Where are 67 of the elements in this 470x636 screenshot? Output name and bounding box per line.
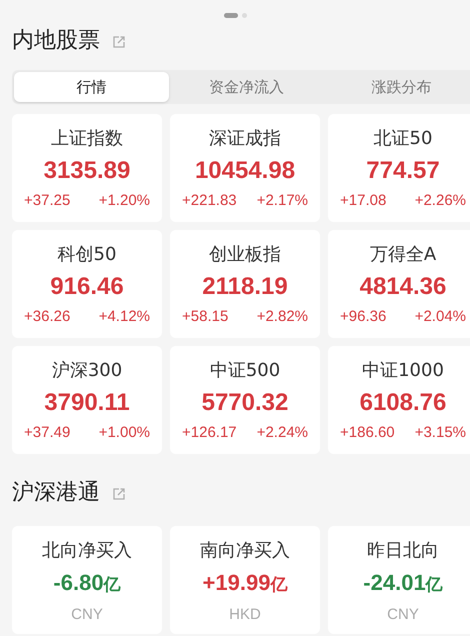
- change-value: +36.26: [24, 307, 70, 327]
- index-name: 沪深300: [52, 359, 122, 383]
- index-value: 6108.76: [360, 388, 446, 418]
- index-name: 昨日北向: [367, 539, 439, 563]
- change-value: +221.83: [182, 191, 237, 211]
- index-name: 上证指数: [51, 127, 123, 151]
- change-percent: +2.17%: [256, 191, 308, 211]
- quote-card[interactable]: 昨日北向 -24.01亿 CNY: [328, 526, 470, 634]
- change-value: +58.15: [182, 307, 228, 327]
- currency-label: HKD: [229, 605, 261, 625]
- change-percent: +2.04%: [414, 307, 466, 327]
- currency-label: CNY: [71, 605, 103, 625]
- quote-card[interactable]: 万得全A 4814.36 +96.36 +2.04%: [328, 230, 470, 338]
- index-name: 万得全A: [370, 243, 436, 267]
- flow-value: +19.99: [202, 569, 270, 597]
- share-icon[interactable]: [112, 487, 126, 501]
- change-percent: +2.26%: [414, 191, 466, 211]
- quote-card[interactable]: 南向净买入 +19.99亿 HKD: [170, 526, 320, 634]
- change-value: +186.60: [340, 423, 395, 443]
- share-icon[interactable]: [112, 35, 126, 49]
- change-value: +96.36: [340, 307, 386, 327]
- flow-value: -6.80: [53, 569, 104, 597]
- index-value: 5770.32: [202, 388, 288, 418]
- quote-card[interactable]: 北向净买入 -6.80亿 CNY: [12, 526, 162, 634]
- change-percent: +4.12%: [98, 307, 150, 327]
- quote-card[interactable]: 科创50 916.46 +36.26 +4.12%: [12, 230, 162, 338]
- quote-card[interactable]: 上证指数 3135.89 +37.25 +1.20%: [12, 114, 162, 222]
- change-percent: +1.20%: [98, 191, 150, 211]
- flow-value: -24.01: [363, 569, 426, 597]
- index-name: 北证50: [374, 127, 432, 151]
- unit-label: 亿: [104, 574, 121, 597]
- index-name: 中证1000: [362, 359, 444, 383]
- index-value: 2118.19: [202, 272, 288, 302]
- change-percent: +1.00%: [98, 423, 150, 443]
- change-value: +17.08: [340, 191, 386, 211]
- unit-label: 亿: [270, 574, 288, 597]
- index-name: 深证成指: [209, 127, 281, 151]
- change-percent: +2.24%: [256, 423, 308, 443]
- quote-card[interactable]: 深证成指 10454.98 +221.83 +2.17%: [170, 114, 320, 222]
- tab[interactable]: 行情: [14, 72, 169, 102]
- index-value: 4814.36: [360, 272, 446, 302]
- quote-card[interactable]: 北证50 774.57 +17.08 +2.26%: [328, 114, 470, 222]
- section-title: 沪深港通: [12, 478, 100, 506]
- index-value: 3790.11: [44, 388, 130, 418]
- unit-label: 亿: [426, 575, 443, 597]
- quote-card[interactable]: 沪深300 3790.11 +37.49 +1.00%: [12, 346, 162, 454]
- change-value: +37.25: [24, 191, 70, 211]
- change-percent: +3.15%: [414, 423, 466, 443]
- index-name: 创业板指: [209, 243, 281, 267]
- index-value: 774.57: [366, 156, 440, 186]
- section-title: 内地股票: [12, 26, 100, 54]
- index-name: 北向净买入: [42, 539, 132, 563]
- change-percent: +2.82%: [256, 307, 308, 327]
- tab[interactable]: 资金净流入: [169, 72, 324, 102]
- change-value: +126.17: [182, 423, 237, 443]
- index-value: 3135.89: [44, 156, 130, 186]
- quote-card[interactable]: 中证1000 6108.76 +186.60 +3.15%: [328, 346, 470, 454]
- quote-card[interactable]: 创业板指 2118.19 +58.15 +2.82%: [170, 230, 320, 338]
- index-value: 10454.98: [194, 156, 296, 186]
- quote-card[interactable]: 中证500 5770.32 +126.17 +2.24%: [170, 346, 320, 454]
- index-value: 916.46: [50, 272, 124, 302]
- index-name: 中证500: [210, 359, 280, 383]
- tab[interactable]: 涨跌分布: [324, 72, 470, 102]
- change-value: +37.49: [24, 423, 70, 443]
- index-name: 科创50: [58, 243, 116, 267]
- index-name: 南向净买入: [200, 539, 290, 563]
- currency-label: CNY: [387, 605, 419, 625]
